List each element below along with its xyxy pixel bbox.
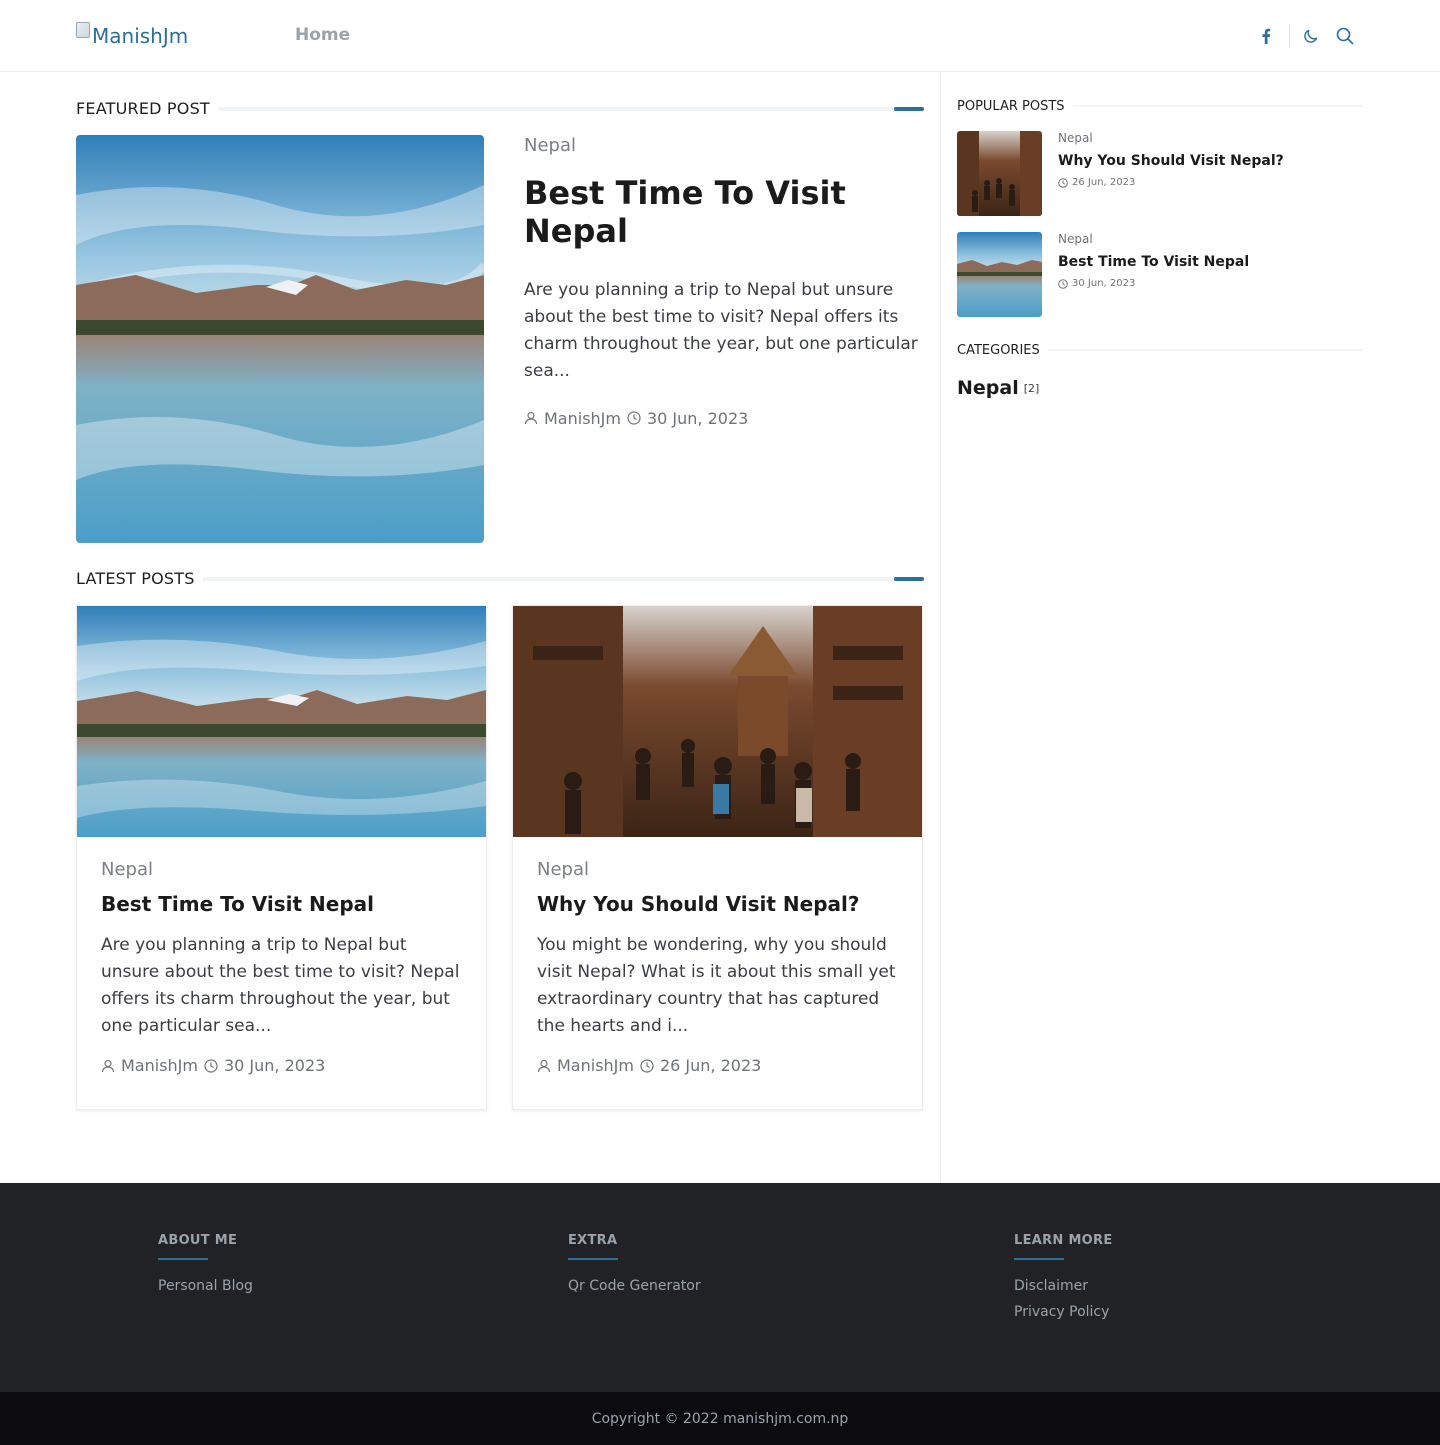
post-meta: ManishJm 26 Jun, 2023	[537, 1056, 898, 1075]
copyright-text: Copyright © 2022 manishjm.com.np	[591, 1410, 849, 1427]
popular-post-item[interactable]: Nepal Why You Should Visit Nepal? 26 Jun…	[957, 131, 1362, 216]
copyright-bar: Copyright © 2022 manishjm.com.np	[0, 1392, 1440, 1445]
header-divider	[1289, 24, 1290, 48]
popular-post-date: 30 Jun, 2023	[1058, 278, 1249, 289]
site-footer: ABOUT ME Personal Blog EXTRA Qr Code Gen…	[0, 1183, 1440, 1392]
footer-link-disclaimer[interactable]: Disclaimer	[1014, 1278, 1113, 1294]
popular-post-category[interactable]: Nepal	[1058, 131, 1284, 145]
featured-category[interactable]: Nepal	[524, 135, 924, 156]
section-accent	[894, 107, 924, 111]
post-card[interactable]: Nepal Why You Should Visit Nepal? You mi…	[512, 605, 923, 1110]
user-icon	[537, 1059, 551, 1072]
footer-column-learn-more: LEARN MORE Disclaimer Privacy Policy	[1014, 1233, 1113, 1320]
post-excerpt: You might be wondering, why you should v…	[537, 935, 896, 1036]
category-count: [2]	[1023, 381, 1040, 395]
post-excerpt: Are you planning a trip to Nepal but uns…	[101, 935, 460, 1036]
featured-post-body: Nepal Best Time To Visit Nepal Are you p…	[524, 135, 924, 428]
header-actions	[1255, 22, 1356, 50]
categories-title: CATEGORIES	[957, 339, 1362, 361]
footer-heading: ABOUT ME	[158, 1233, 238, 1248]
clock-icon	[640, 1058, 654, 1073]
category-name[interactable]: Nepal	[957, 377, 1019, 399]
post-category[interactable]: Nepal	[101, 859, 462, 880]
user-icon	[524, 412, 538, 425]
footer-heading-underline	[568, 1258, 618, 1260]
post-category[interactable]: Nepal	[537, 859, 898, 880]
popular-post-info: Nepal Why You Should Visit Nepal? 26 Jun…	[1058, 131, 1284, 188]
section-rule	[76, 577, 924, 581]
featured-meta: ManishJm 30 Jun, 2023	[524, 409, 924, 428]
site-logo[interactable]: ManishJm	[76, 22, 188, 50]
post-card-image[interactable]	[513, 606, 922, 837]
popular-post-thumbnail[interactable]	[957, 131, 1042, 216]
content-sidebar-divider	[940, 72, 941, 1183]
site-header: ManishJm Home	[0, 0, 1440, 72]
footer-link-personal-blog[interactable]: Personal Blog	[158, 1278, 253, 1294]
post-title[interactable]: Best Time To Visit Nepal	[101, 892, 462, 916]
author-name: ManishJm	[544, 408, 621, 428]
popular-post-thumbnail[interactable]	[957, 232, 1042, 317]
popular-post-category[interactable]: Nepal	[1058, 232, 1249, 246]
category-item[interactable]: Nepal [2]	[957, 377, 1362, 399]
categories-heading: CATEGORIES	[957, 342, 1048, 358]
popular-heading: POPULAR POSTS	[957, 98, 1073, 114]
author-meta: ManishJm	[537, 1056, 634, 1075]
popular-post-date-text: 26 Jun, 2023	[1072, 177, 1136, 188]
featured-post: Nepal Best Time To Visit Nepal Are you p…	[76, 135, 924, 543]
date-meta: 26 Jun, 2023	[640, 1056, 761, 1075]
popular-post-item[interactable]: Nepal Best Time To Visit Nepal 30 Jun, 2…	[957, 232, 1362, 317]
featured-section-title: FEATURED POST	[76, 94, 924, 122]
sidebar: POPULAR POSTS Nepal Why You Should Visit…	[957, 72, 1362, 399]
featured-post-image[interactable]	[76, 135, 484, 543]
popular-post-title[interactable]: Best Time To Visit Nepal	[1058, 254, 1249, 270]
post-date: 30 Jun, 2023	[223, 1056, 326, 1075]
moon-icon[interactable]	[1300, 25, 1322, 47]
popular-post-info: Nepal Best Time To Visit Nepal 30 Jun, 2…	[1058, 232, 1249, 289]
author-name: ManishJm	[557, 1056, 634, 1075]
featured-excerpt: Are you planning a trip to Nepal but uns…	[524, 279, 918, 381]
date-meta: 30 Jun, 2023	[627, 409, 748, 428]
clock-icon	[204, 1058, 218, 1073]
nav-home-link[interactable]: Home	[295, 25, 350, 45]
post-meta: ManishJm 30 Jun, 2023	[101, 1056, 462, 1075]
author-name: ManishJm	[121, 1056, 198, 1075]
date-meta: 30 Jun, 2023	[204, 1056, 325, 1075]
footer-link-privacy-policy[interactable]: Privacy Policy	[1014, 1304, 1113, 1320]
post-card-body: Nepal Why You Should Visit Nepal? You mi…	[513, 837, 922, 1097]
latest-section-title: LATEST POSTS	[76, 564, 924, 592]
popular-post-date: 26 Jun, 2023	[1058, 177, 1284, 188]
footer-link-qr-code-generator[interactable]: Qr Code Generator	[568, 1278, 701, 1294]
featured-title[interactable]: Best Time To Visit Nepal	[524, 174, 924, 251]
latest-posts-grid: Nepal Best Time To Visit Nepal Are you p…	[76, 605, 924, 1110]
post-card[interactable]: Nepal Best Time To Visit Nepal Are you p…	[76, 605, 487, 1110]
post-card-image[interactable]	[77, 606, 486, 837]
post-date: 26 Jun, 2023	[659, 1056, 762, 1075]
footer-heading-underline	[1014, 1258, 1064, 1260]
user-icon	[101, 1059, 115, 1072]
popular-post-date-text: 30 Jun, 2023	[1072, 278, 1136, 289]
footer-heading: LEARN MORE	[1014, 1233, 1113, 1248]
logo-alt-text: ManishJm	[92, 24, 189, 48]
latest-heading: LATEST POSTS	[76, 568, 203, 588]
post-date: 30 Jun, 2023	[646, 408, 749, 428]
featured-heading: FEATURED POST	[76, 98, 218, 118]
footer-heading-underline	[158, 1258, 208, 1260]
footer-column-extra: EXTRA Qr Code Generator	[568, 1233, 701, 1294]
author-meta: ManishJm	[524, 409, 621, 428]
clock-icon	[1058, 177, 1068, 188]
popular-post-title[interactable]: Why You Should Visit Nepal?	[1058, 153, 1284, 169]
author-meta: ManishJm	[101, 1056, 198, 1075]
popular-posts-title: POPULAR POSTS	[957, 95, 1362, 117]
footer-heading: EXTRA	[568, 1233, 618, 1248]
search-icon[interactable]	[1334, 25, 1356, 47]
broken-image-icon	[76, 22, 90, 38]
clock-icon	[627, 411, 641, 425]
post-card-body: Nepal Best Time To Visit Nepal Are you p…	[77, 837, 486, 1097]
facebook-icon[interactable]	[1255, 25, 1277, 47]
section-accent	[894, 577, 924, 581]
post-title[interactable]: Why You Should Visit Nepal?	[537, 892, 898, 916]
footer-column-about: ABOUT ME Personal Blog	[158, 1233, 253, 1294]
clock-icon	[1058, 278, 1068, 289]
